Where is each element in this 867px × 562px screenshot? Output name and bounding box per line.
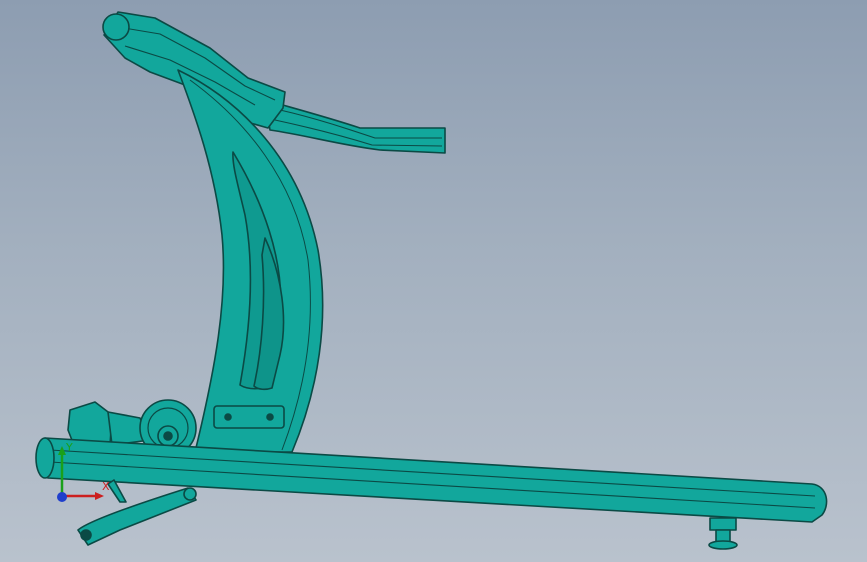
treadmill-model[interactable] bbox=[0, 0, 867, 562]
handlebar bbox=[264, 99, 446, 154]
foot-leveler bbox=[709, 517, 737, 531]
coordinate-triad: X Y bbox=[57, 441, 110, 502]
y-axis-label: Y bbox=[65, 441, 73, 454]
z-axis-dot bbox=[57, 492, 67, 502]
x-axis-label: X bbox=[102, 480, 110, 493]
3d-viewport[interactable]: X Y bbox=[0, 0, 867, 562]
